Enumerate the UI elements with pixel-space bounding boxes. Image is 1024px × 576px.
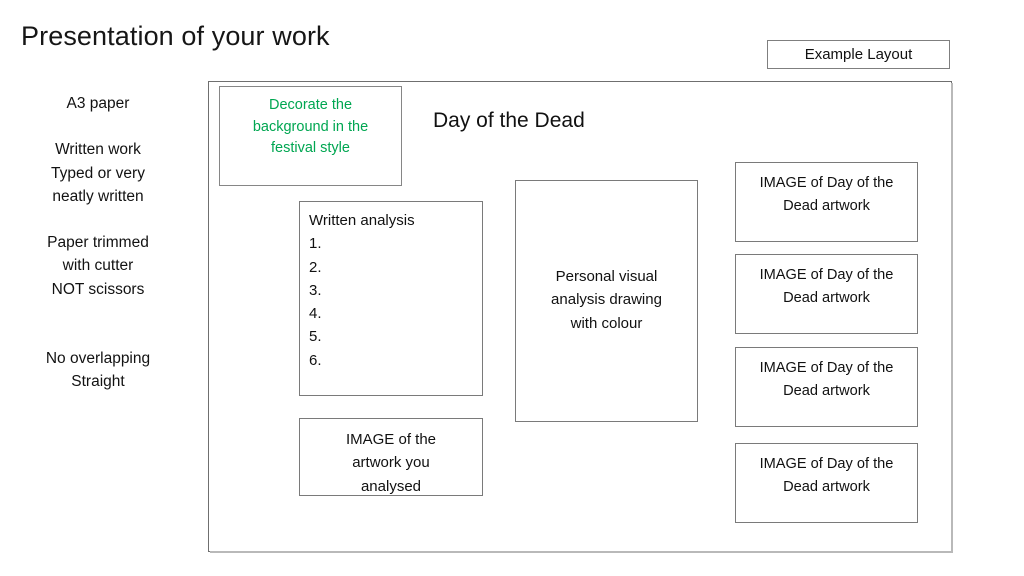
artwork-analysed-text: IMAGE of the artwork you analysed <box>345 431 437 495</box>
requirements-list: A3 paper Written work Typed or very neat… <box>10 92 186 394</box>
example-layout-caption-box: Example Layout <box>767 40 950 69</box>
dead-artwork-image-text: IMAGE of Day of the Dead artwork <box>759 360 894 400</box>
requirement-line: Typed or very <box>51 164 145 182</box>
decorate-background-text: Decorate the background in the festival … <box>252 97 369 156</box>
requirement-spacer <box>10 301 186 324</box>
requirement-spacer <box>10 324 186 347</box>
dead-artwork-image-text: IMAGE of Day of the Dead artwork <box>759 175 894 215</box>
dead-artwork-image-box: IMAGE of Day of the Dead artwork <box>735 443 918 523</box>
dead-artwork-image-box: IMAGE of Day of the Dead artwork <box>735 347 918 427</box>
requirement-line: No overlapping <box>45 350 151 368</box>
requirement-line: A3 paper <box>66 95 130 112</box>
written-analysis-box: Written analysis 1. 2. 3. 4. 5. 6. <box>299 201 483 396</box>
personal-visual-analysis-box: Personal visual analysis drawing with co… <box>515 180 698 422</box>
requirement-line: Written work <box>55 141 141 159</box>
requirement-line: NOT scissors <box>51 280 145 298</box>
page-title: Presentation of your work <box>21 21 330 51</box>
personal-visual-analysis-text: Personal visual analysis drawing with co… <box>551 268 662 332</box>
slide-canvas: Presentation of your work Example Layout… <box>0 0 1024 576</box>
requirement-line: neatly written <box>52 187 144 205</box>
example-layout-label: Example Layout <box>804 45 913 63</box>
sheet-heading: Day of the Dead <box>433 109 585 132</box>
decorate-background-box: Decorate the background in the festival … <box>219 86 402 186</box>
dead-artwork-image-box: IMAGE of Day of the Dead artwork <box>735 254 918 334</box>
artwork-analysed-image-box: IMAGE of the artwork you analysed <box>299 418 483 496</box>
dead-artwork-image-text: IMAGE of Day of the Dead artwork <box>759 267 894 307</box>
requirement-line: Paper trimmed <box>47 234 149 252</box>
dead-artwork-image-text: IMAGE of Day of the Dead artwork <box>759 456 894 496</box>
written-analysis-text: Written analysis 1. 2. 3. 4. 5. 6. <box>309 212 415 369</box>
requirement-line: with cutter <box>62 257 134 275</box>
requirement-spacer <box>10 208 186 231</box>
dead-artwork-image-box: IMAGE of Day of the Dead artwork <box>735 162 918 242</box>
requirement-line: Straight <box>71 373 125 391</box>
requirement-spacer <box>10 115 186 138</box>
layout-sheet-container: Decorate the background in the festival … <box>208 81 953 553</box>
